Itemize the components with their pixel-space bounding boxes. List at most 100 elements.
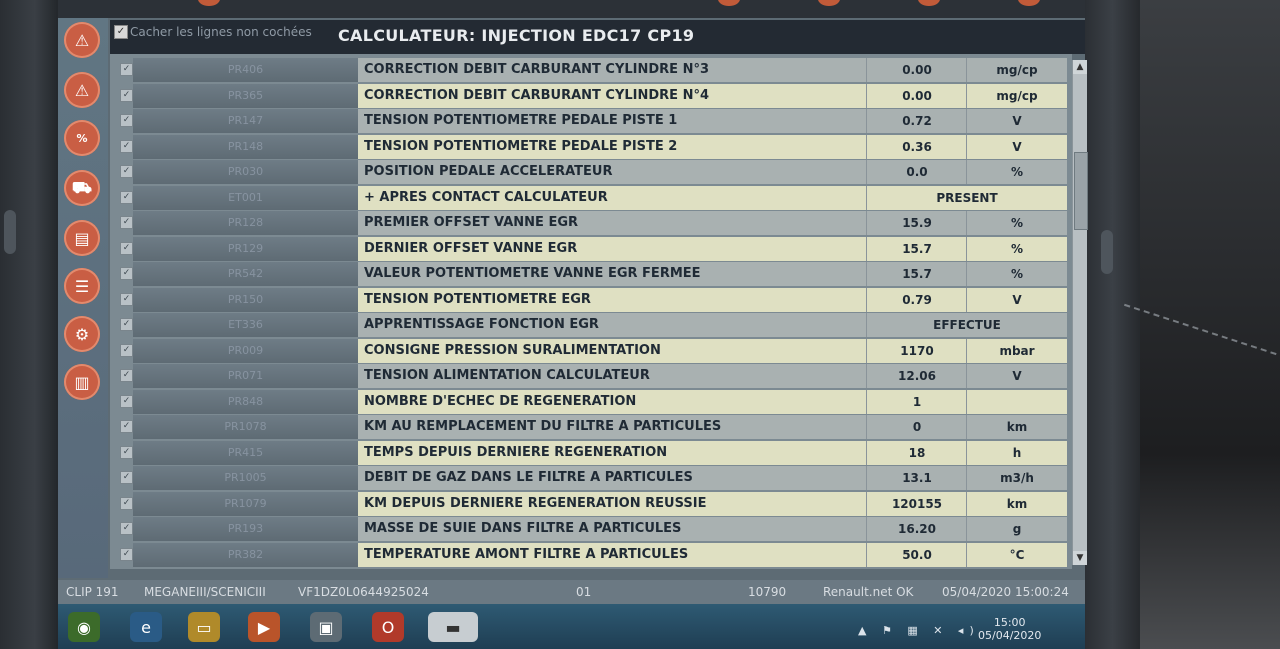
table-row[interactable]: ✓ PR365 CORRECTION DEBIT CARBURANT CYLINDR…	[110, 83, 1072, 109]
row-checkbox[interactable]: ✓	[120, 547, 133, 561]
book-icon[interactable]: ▤	[64, 220, 100, 256]
table-row[interactable]: ✓ PR1079 KM DEPUIS DERNIERE REGENERATION R…	[110, 491, 1072, 517]
table-row[interactable]: ✓ PR129 DERNIER OFFSET VANNE EGR 15.7%	[110, 236, 1072, 262]
table-row[interactable]: ✓ PR147 TENSION POTENTIOMETRE PEDALE PISTE…	[110, 109, 1072, 134]
status-vehicle: MEGANEIII/SCENICIII	[144, 585, 266, 599]
table-row[interactable]: ✓ ET336 APPRENTISSAGE FONCTION EGR EFFECTUE	[110, 313, 1072, 338]
header: ✓ Cacher les lignes non cochées CALCULAT…	[110, 20, 1085, 54]
row-value: 50.0	[866, 542, 967, 567]
table-row[interactable]: ✓ PR193 MASSE DE SUIE DANS FILTRE A PARTIC…	[110, 517, 1072, 542]
row-unit: %	[966, 160, 1067, 184]
row-checkbox[interactable]: ✓	[120, 420, 133, 433]
row-code: PR1005	[133, 466, 358, 490]
row-value: 0.00	[866, 83, 967, 108]
row-label: PREMIER OFFSET VANNE EGR	[358, 211, 866, 235]
barcode-icon[interactable]: ▥	[64, 364, 100, 400]
row-checkbox[interactable]: ✓	[120, 318, 133, 331]
table-row[interactable]: ✓ PR848 NOMBRE D'ECHEC DE REGENERATION 1	[110, 389, 1072, 415]
table-row[interactable]: ✓ PR128 PREMIER OFFSET VANNE EGR 15.9%	[110, 211, 1072, 236]
opera-browser-icon[interactable]: O	[372, 612, 404, 642]
list-icon[interactable]: ☰	[64, 268, 100, 304]
row-label: TENSION POTENTIOMETRE EGR	[358, 287, 866, 312]
table-row[interactable]: ✓ PR071 TENSION ALIMENTATION CALCULATEUR 12…	[110, 364, 1072, 389]
car-icon[interactable]: ⛟	[64, 170, 100, 206]
warning-icon[interactable]: ⚠	[64, 72, 100, 108]
row-checkbox[interactable]: ✓	[120, 369, 133, 382]
row-label: MASSE DE SUIE DANS FILTRE A PARTICULES	[358, 517, 866, 541]
row-label: TEMPERATURE AMONT FILTRE A PARTICULES	[358, 542, 866, 567]
row-checkbox[interactable]: ✓	[120, 88, 133, 102]
toolbar-button-icon[interactable]	[1018, 0, 1040, 6]
app-icon[interactable]: ▣	[310, 612, 342, 642]
row-unit: V	[966, 109, 1067, 133]
row-code: PR129	[133, 236, 358, 261]
row-value: 1	[866, 389, 967, 414]
toolbar-button-icon[interactable]	[198, 0, 220, 6]
row-unit: V	[966, 287, 1067, 312]
table-row[interactable]: ✓ PR009 CONSIGNE PRESSION SURALIMENTATION 1…	[110, 338, 1072, 364]
row-checkbox[interactable]: ✓	[120, 241, 133, 255]
row-unit: °C	[966, 542, 1067, 567]
row-checkbox[interactable]: ✓	[120, 63, 133, 76]
filter-checkbox[interactable]: ✓	[114, 25, 128, 39]
row-value: 0.00	[866, 58, 967, 82]
warning-icon[interactable]: ⚠	[64, 22, 100, 58]
start-button-icon[interactable]: ◉	[68, 612, 100, 642]
row-unit: %	[966, 236, 1067, 261]
row-checkbox[interactable]: ✓	[120, 496, 133, 510]
ie-browser-icon[interactable]: e	[130, 612, 162, 642]
scroll-down-arrow-icon[interactable]: ▼	[1073, 551, 1087, 565]
row-unit	[966, 389, 1067, 414]
car-seat-background	[1140, 0, 1280, 649]
row-value: 0	[866, 415, 967, 439]
row-checkbox[interactable]: ✓	[120, 165, 133, 178]
row-checkbox[interactable]: ✓	[120, 394, 133, 408]
table-row[interactable]: ✓ PR030 POSITION PEDALE ACCELERATEUR 0.0%	[110, 160, 1072, 185]
row-unit: mg/cp	[966, 58, 1067, 82]
file-explorer-icon[interactable]: ▭	[188, 612, 220, 642]
row-checkbox[interactable]: ✓	[120, 343, 133, 357]
row-code: PR128	[133, 211, 358, 235]
toolbar-button-icon[interactable]	[918, 0, 940, 6]
row-checkbox[interactable]: ✓	[120, 190, 133, 204]
table-row[interactable]: ✓ PR406 CORRECTION DEBIT CARBURANT CYLINDR…	[110, 58, 1072, 83]
media-player-icon[interactable]: ▶	[248, 612, 280, 642]
laptop-bezel-left	[0, 0, 58, 649]
row-code: PR406	[133, 58, 358, 82]
clock-date: 05/04/2020	[978, 629, 1042, 642]
scroll-thumb[interactable]	[1074, 152, 1088, 230]
status-code: 10790	[748, 585, 787, 599]
table-row[interactable]: ✓ PR382 TEMPERATURE AMONT FILTRE A PARTICU…	[110, 542, 1072, 568]
system-tray-icons[interactable]: ▲ ⚑ ▦ ✕ ◂)	[858, 624, 980, 637]
table-row[interactable]: ✓ PR1005 DEBIT DE GAZ DANS LE FILTRE A PAR…	[110, 466, 1072, 491]
row-label: CORRECTION DEBIT CARBURANT CYLINDRE N°4	[358, 83, 866, 108]
table-row[interactable]: ✓ PR148 TENSION POTENTIOMETRE PEDALE PISTE…	[110, 134, 1072, 160]
row-value: 0.79	[866, 287, 967, 312]
table-row[interactable]: ✓ PR1078 KM AU REMPLACEMENT DU FILTRE A PA…	[110, 415, 1072, 440]
table-row[interactable]: ✓ PR150 TENSION POTENTIOMETRE EGR 0.79 V	[110, 287, 1072, 313]
row-checkbox[interactable]: ✓	[120, 216, 133, 229]
row-checkbox[interactable]: ✓	[120, 114, 133, 127]
row-unit: km	[966, 491, 1067, 516]
row-code: PR848	[133, 389, 358, 414]
page-title: CALCULATEUR: INJECTION EDC17 CP19	[338, 26, 695, 45]
scroll-up-arrow-icon[interactable]: ▲	[1073, 60, 1087, 74]
table-row[interactable]: ✓ PR542 VALEUR POTENTIOMETRE VANNE EGR FER…	[110, 262, 1072, 287]
row-value: 15.9	[866, 211, 967, 235]
table-row[interactable]: ✓ ET001 + APRES CONTACT CALCULATEUR PRESENT	[110, 185, 1072, 211]
table-row[interactable]: ✓ PR415 TEMPS DEPUIS DERNIERE REGENERATION…	[110, 440, 1072, 466]
clip-app-icon[interactable]: ▬	[428, 612, 478, 642]
row-checkbox[interactable]: ✓	[120, 445, 133, 459]
row-checkbox[interactable]: ✓	[120, 471, 133, 484]
car-service-icon[interactable]: ⚙	[64, 316, 100, 352]
row-checkbox[interactable]: ✓	[120, 267, 133, 280]
toolbar-button-icon[interactable]	[718, 0, 740, 6]
scrollbar[interactable]: ▲ ▼	[1072, 60, 1088, 565]
row-checkbox[interactable]: ✓	[120, 522, 133, 535]
row-checkbox[interactable]: ✓	[120, 292, 133, 306]
clock[interactable]: 15:00 05/04/2020	[978, 616, 1041, 642]
row-checkbox[interactable]: ✓	[120, 139, 133, 153]
filter-label: Cacher les lignes non cochées	[130, 25, 312, 39]
percent-icon[interactable]: %	[64, 120, 100, 156]
toolbar-button-icon[interactable]	[818, 0, 840, 6]
